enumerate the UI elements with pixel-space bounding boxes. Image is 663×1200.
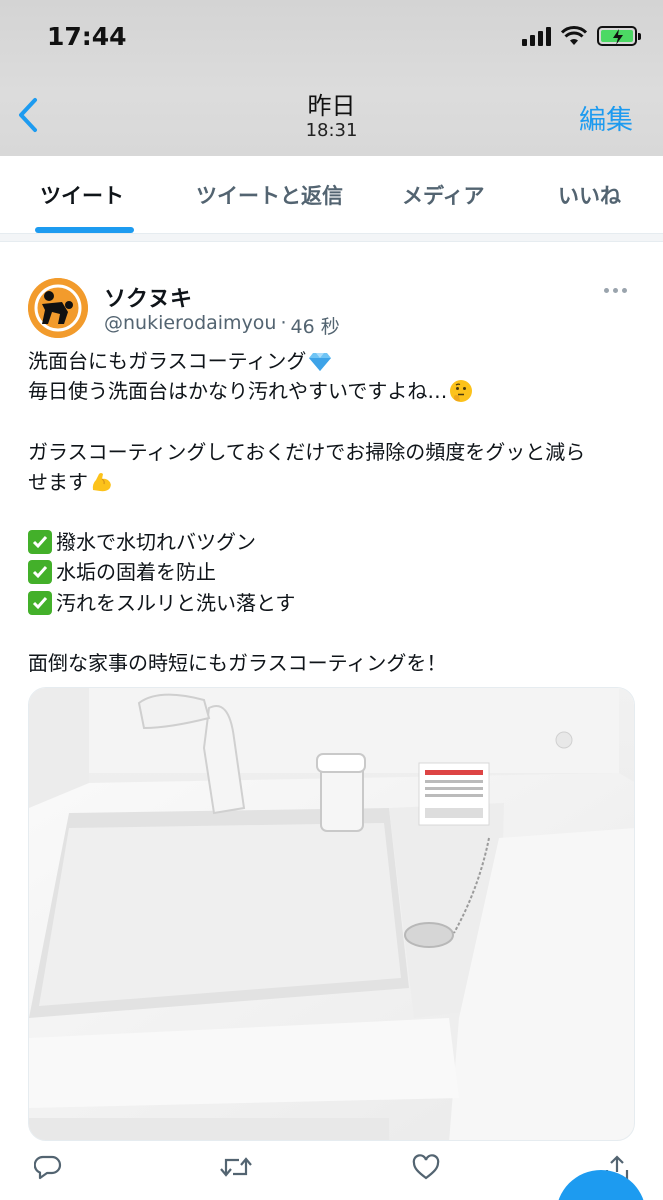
tab-tweets-and-replies[interactable]: ツイートと返信 <box>196 180 343 210</box>
heart-icon <box>412 1154 440 1180</box>
tweet-line: 水垢の固着を防止 <box>28 557 640 587</box>
battery-icon <box>597 26 641 46</box>
tweet-text: 洗面台にもガラスコーティング 毎日使う洗面台はかなり汚れやすいですよね… ガラス… <box>28 346 640 678</box>
retweet-button[interactable] <box>219 1154 253 1184</box>
nav-subtitle: 18:31 <box>305 120 358 141</box>
avatar[interactable] <box>28 278 88 338</box>
check-mark-button-emoji-icon <box>28 560 52 585</box>
status-icons <box>522 26 641 46</box>
retweet-icon <box>220 1157 252 1177</box>
profile-tabs: ツイート ツイートと返信 メディア いいね <box>0 156 663 234</box>
tweet-line: 汚れをスルリと洗い落とす <box>28 588 640 618</box>
thinking-face-emoji-icon <box>450 380 473 403</box>
wifi-icon <box>561 26 587 45</box>
check-mark-button-emoji-icon <box>28 530 52 555</box>
tweet-line-text: ガラスコーティングしておくだけでお掃除の頻度をグッと減ら <box>28 439 586 464</box>
reply-icon <box>33 1155 62 1180</box>
nav-title: 昨日 <box>307 92 356 120</box>
avatar-logo-icon <box>28 278 88 338</box>
author-handle[interactable]: @nukierodaimyou <box>104 312 276 339</box>
tweet-line: 洗面台にもガラスコーティング <box>28 346 640 376</box>
divider <box>0 234 663 242</box>
tweet-line: ガラスコーティングしておくだけでお掃除の頻度をグッと減ら <box>28 437 640 467</box>
tweet-line: せます <box>28 467 640 497</box>
washbasin-photo-illustration <box>29 688 634 1140</box>
tweet-line: 撥水で水切れバツグン <box>28 527 640 557</box>
tweet-line-text: 水垢の固着を防止 <box>56 560 216 585</box>
flexed-biceps-emoji-icon <box>92 472 111 492</box>
cellular-signal-icon <box>522 26 551 46</box>
tweet-line-text: 撥水で水切れバツグン <box>56 530 256 555</box>
top-bar: 17:44 昨日 18:31 編集 <box>0 0 663 156</box>
author-meta: @nukierodaimyou · 46 秒 <box>104 312 340 339</box>
check-mark-button-emoji-icon <box>28 590 52 615</box>
tweet-line-text: 面倒な家事の時短にもガラスコーティングを！ <box>28 650 447 675</box>
tweet-line-text: 洗面台にもガラスコーティング <box>28 349 307 373</box>
tweet-line-text: 毎日使う洗面台はかなり汚れやすいですよね… <box>28 379 448 404</box>
tweet-timestamp[interactable]: 46 秒 <box>291 312 340 339</box>
edit-button[interactable]: 編集 <box>579 98 633 137</box>
tab-likes[interactable]: いいね <box>558 180 621 210</box>
tweet-line: 面倒な家事の時短にもガラスコーティングを！ <box>28 648 640 678</box>
gem-emoji-icon <box>309 353 332 372</box>
status-time: 17:44 <box>47 22 127 51</box>
tab-media[interactable]: メディア <box>402 180 485 210</box>
tweet-photo[interactable] <box>28 687 635 1141</box>
tweet-line: 毎日使う洗面台はかなり汚れやすいですよね… <box>28 376 640 406</box>
author-name[interactable]: ソクヌキ <box>104 281 192 313</box>
reply-button[interactable] <box>33 1154 62 1184</box>
more-options-button[interactable] <box>604 282 627 299</box>
tweet-line-text: せます <box>28 469 88 494</box>
tab-tweets[interactable]: ツイート <box>40 180 124 210</box>
meta-separator: · <box>280 312 287 334</box>
like-button[interactable] <box>412 1154 440 1184</box>
active-tab-indicator <box>35 227 134 233</box>
tweet-line-text: 汚れをスルリと洗い落とす <box>56 590 296 615</box>
